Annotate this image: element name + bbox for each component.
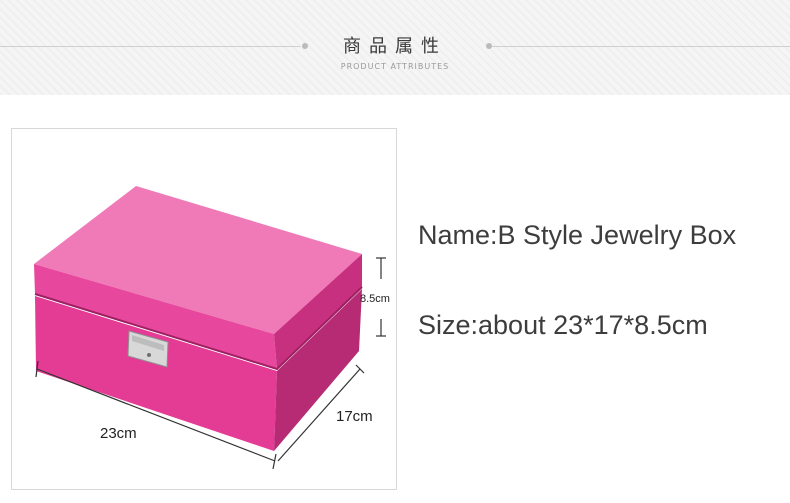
product-size: Size:about 23*17*8.5cm bbox=[418, 310, 708, 340]
header-divider-right bbox=[492, 46, 790, 47]
depth-label: 17cm bbox=[336, 408, 373, 425]
product-image-frame: 8.5cm 23cm 17cm bbox=[11, 128, 397, 490]
product-name: Name:B Style Jewelry Box bbox=[418, 220, 737, 250]
section-header: 商品属性 PRODUCT ATTRIBUTES bbox=[0, 0, 790, 95]
section-subtitle: PRODUCT ATTRIBUTES bbox=[340, 62, 450, 71]
section-title: 商品属性 bbox=[343, 36, 447, 57]
width-label: 23cm bbox=[100, 425, 137, 442]
height-label: 8.5cm bbox=[360, 293, 390, 305]
product-image: 8.5cm 23cm 17cm bbox=[34, 186, 390, 470]
